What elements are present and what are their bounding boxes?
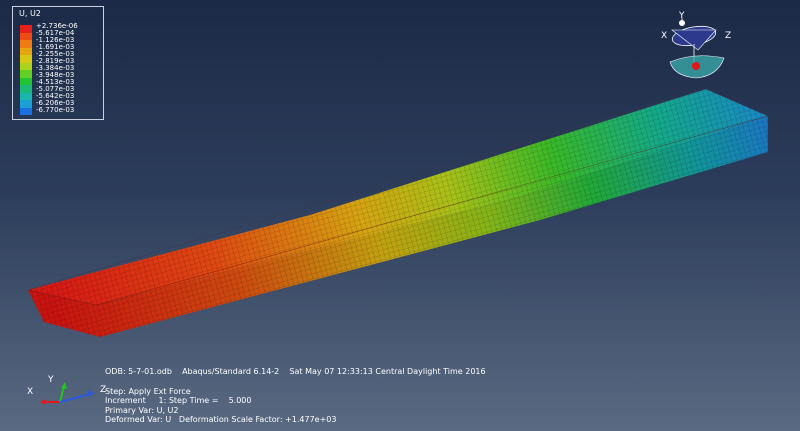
legend-color-segment [20, 70, 32, 78]
view-triad-z-label: Z [725, 31, 731, 41]
legend-color-segment [20, 92, 32, 100]
axis-x-label: X [27, 387, 33, 397]
legend-color-segment [20, 47, 32, 55]
view-triad-x-label: X [661, 31, 667, 41]
view-orientation-triad[interactable]: Y X Z [652, 10, 742, 84]
legend-labels: +2.736e-06 -5.617e-04 -1.126e-03 -1.691e-03… [36, 23, 102, 114]
axis-y-label: Y [47, 375, 54, 385]
legend-color-segment [20, 77, 32, 85]
contour-legend[interactable]: U, U2 +2.736e-06 -5.617e-04 -1.126e-03 -1.6… [12, 6, 104, 120]
view-triad-y-label: Y [678, 11, 685, 21]
primary-var-info: Primary Var: U, U2 [105, 405, 179, 415]
legend-color-bar [20, 25, 32, 115]
legend-color-segment [20, 40, 32, 48]
legend-color-segment [20, 25, 32, 33]
legend-color-segment [20, 107, 32, 115]
odb-info-line: ODB: 5-7-01.odb Abaqus/Standard 6.14-2 S… [105, 367, 486, 376]
deformed-var-info: Deformed Var: U Deformation Scale Factor… [105, 415, 337, 424]
legend-color-segment [20, 100, 32, 108]
legend-value: -6.770e-03 [36, 106, 75, 114]
legend-color-segment [20, 32, 32, 40]
legend-title: U, U2 [19, 9, 41, 18]
legend-color-segment [20, 62, 32, 70]
coordinate-axes-triad: X Y Z [27, 375, 106, 405]
step-info: Step: Apply Ext Force [105, 386, 191, 396]
legend-color-segment [20, 55, 32, 63]
viewport[interactable]: U, U2 +2.736e-06 -5.617e-04 -1.126e-03 -1.6… [0, 0, 800, 431]
legend-color-segment [20, 85, 32, 93]
increment-info: Increment 1: Step Time = 5.000 [105, 396, 252, 405]
model-info: ODB: 5-7-01.odb Abaqus/Standard 6.14-2 S… [105, 367, 486, 425]
